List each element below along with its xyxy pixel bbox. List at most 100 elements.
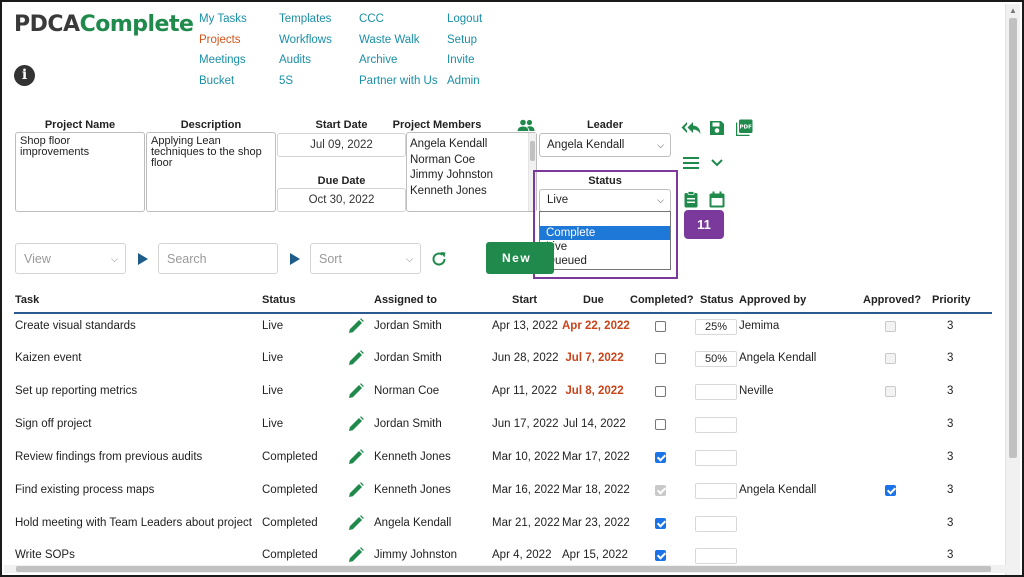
save-icon[interactable]	[709, 120, 725, 136]
scrollbar-thumb[interactable]	[1009, 18, 1017, 458]
refresh-icon[interactable]	[431, 251, 447, 267]
col-header-status[interactable]: Status	[262, 294, 296, 306]
horizontal-scrollbar[interactable]	[4, 565, 1007, 573]
view-select[interactable]: View ⌵	[15, 243, 126, 274]
nav-meetings[interactable]: Meetings	[199, 53, 247, 74]
task-name[interactable]: Hold meeting with Team Leaders about pro…	[15, 516, 252, 530]
progress-input[interactable]	[695, 384, 737, 400]
nav-workflows[interactable]: Workflows	[279, 33, 332, 54]
progress-input[interactable]	[695, 417, 737, 433]
nav-templates[interactable]: Templates	[279, 12, 332, 33]
sort-select[interactable]: Sort ⌵	[310, 243, 421, 274]
completed-checkbox[interactable]	[655, 550, 666, 561]
completed-checkbox[interactable]	[655, 353, 666, 364]
nav-my-tasks[interactable]: My Tasks	[199, 12, 247, 33]
nav-ccc[interactable]: CCC	[359, 12, 438, 33]
members-group-icon[interactable]	[517, 119, 535, 132]
col-header-approved-by[interactable]: Approved by	[739, 294, 806, 306]
info-icon[interactable]: i	[14, 65, 35, 86]
nav-partner[interactable]: Partner with Us	[359, 74, 438, 95]
start-date-input[interactable]: Jul 09, 2022	[277, 133, 406, 157]
progress-input[interactable]	[695, 483, 737, 499]
table-row[interactable]: Hold meeting with Team Leaders about pro…	[2, 515, 1002, 549]
table-row[interactable]: Review findings from previous audits Comp…	[2, 449, 1002, 483]
edit-pencil-icon[interactable]	[348, 350, 364, 366]
progress-input[interactable]	[695, 450, 737, 466]
vertical-scrollbar[interactable]: ▲	[1005, 4, 1020, 575]
task-name[interactable]: Review findings from previous audits	[15, 450, 202, 464]
nav-setup[interactable]: Setup	[447, 33, 482, 54]
completed-checkbox[interactable]	[655, 452, 666, 463]
nav-waste-walk[interactable]: Waste Walk	[359, 33, 438, 54]
col-header-assigned[interactable]: Assigned to	[374, 294, 437, 306]
task-name[interactable]: Sign off project	[15, 417, 92, 431]
col-header-start[interactable]: Start	[512, 294, 537, 306]
edit-pencil-icon[interactable]	[348, 416, 364, 432]
progress-input[interactable]	[695, 548, 737, 564]
status-option-empty[interactable]	[540, 212, 670, 226]
col-header-task[interactable]: Task	[15, 294, 39, 306]
status-option-live[interactable]: Live	[540, 240, 670, 254]
play-icon[interactable]	[290, 253, 300, 265]
calendar-icon[interactable]	[709, 191, 725, 208]
project-members-list[interactable]: Angela Kendall Norman Coe Jimmy Johnston…	[406, 132, 537, 212]
progress-input[interactable]: 50%	[695, 351, 737, 367]
leader-select[interactable]: Angela Kendall ⌵	[539, 133, 671, 157]
member-item[interactable]: Kenneth Jones	[410, 184, 533, 200]
table-row[interactable]: Set up reporting metrics Live Norman Coe Ap…	[2, 383, 1002, 417]
pdf-icon[interactable]: PDF	[736, 119, 753, 136]
chevron-down-icon[interactable]	[711, 159, 723, 167]
member-item[interactable]: Norman Coe	[410, 153, 533, 169]
task-count-badge[interactable]: 11	[684, 210, 724, 239]
table-row[interactable]: Create visual standards Live Jordan Smith A…	[2, 318, 1002, 352]
nav-admin[interactable]: Admin	[447, 74, 482, 95]
nav-logout[interactable]: Logout	[447, 12, 482, 33]
project-name-input[interactable]: Shop floor improvements	[15, 132, 145, 212]
col-header-due[interactable]: Due	[583, 294, 604, 306]
edit-pencil-icon[interactable]	[348, 547, 364, 563]
task-name[interactable]: Write SOPs	[15, 548, 75, 562]
edit-pencil-icon[interactable]	[348, 482, 364, 498]
play-icon[interactable]	[138, 253, 148, 265]
progress-input[interactable]	[695, 516, 737, 532]
nav-5s[interactable]: 5S	[279, 74, 332, 95]
task-name[interactable]: Create visual standards	[15, 319, 136, 333]
task-name[interactable]: Kaizen event	[15, 351, 82, 365]
edit-pencil-icon[interactable]	[348, 449, 364, 465]
app-logo[interactable]: PDCAComplete	[14, 12, 194, 37]
task-name[interactable]: Set up reporting metrics	[15, 384, 137, 398]
status-option-queued[interactable]: Queued	[540, 254, 670, 268]
nav-audits[interactable]: Audits	[279, 53, 332, 74]
col-header-priority[interactable]: Priority	[932, 294, 971, 306]
status-select[interactable]: Live ⌵	[539, 189, 671, 212]
due-date-input[interactable]: Oct 30, 2022	[277, 188, 406, 212]
col-header-completed[interactable]: Completed?	[630, 294, 694, 306]
nav-archive[interactable]: Archive	[359, 53, 438, 74]
nav-projects[interactable]: Projects	[199, 33, 247, 54]
clipboard-icon[interactable]	[684, 191, 698, 208]
nav-invite[interactable]: Invite	[447, 53, 482, 74]
description-input[interactable]: Applying Lean techniques to the shop flo…	[146, 132, 276, 212]
reply-all-icon[interactable]	[681, 121, 701, 135]
completed-checkbox[interactable]	[655, 419, 666, 430]
table-row[interactable]: Kaizen event Live Jordan Smith Jun 28, 2022…	[2, 350, 1002, 384]
member-item[interactable]: Jimmy Johnston	[410, 168, 533, 184]
member-item[interactable]: Angela Kendall	[410, 137, 533, 153]
new-task-button[interactable]: New Task	[486, 242, 554, 274]
edit-pencil-icon[interactable]	[348, 318, 364, 334]
col-header-status2[interactable]: Status	[700, 294, 734, 306]
scroll-up-icon[interactable]: ▲	[1009, 7, 1017, 15]
nav-bucket[interactable]: Bucket	[199, 74, 247, 95]
edit-pencil-icon[interactable]	[348, 515, 364, 531]
task-name[interactable]: Find existing process maps	[15, 483, 154, 497]
status-option-complete[interactable]: Complete	[540, 226, 670, 240]
table-row[interactable]: Sign off project Live Jordan Smith Jun 17, …	[2, 416, 1002, 450]
completed-checkbox[interactable]	[655, 518, 666, 529]
approved-checkbox[interactable]	[885, 485, 896, 496]
list-icon[interactable]	[683, 157, 699, 169]
edit-pencil-icon[interactable]	[348, 383, 364, 399]
search-input[interactable]: Search	[158, 243, 278, 274]
completed-checkbox[interactable]	[655, 321, 666, 332]
progress-input[interactable]: 25%	[695, 319, 737, 335]
table-row[interactable]: Find existing process maps Completed Kenne…	[2, 482, 1002, 516]
